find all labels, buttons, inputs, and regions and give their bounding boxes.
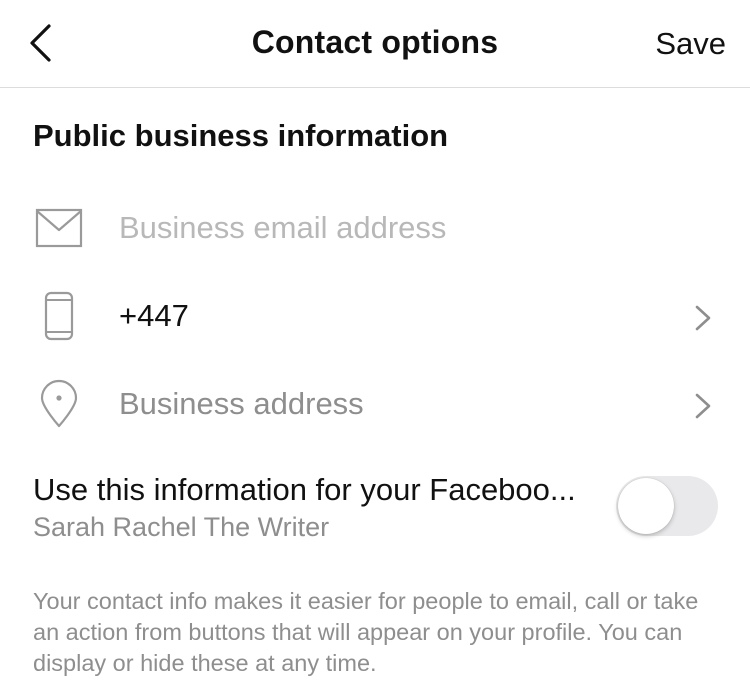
phone-row[interactable]: +447 [0, 276, 750, 356]
facebook-sync-toggle[interactable] [616, 476, 718, 536]
page-title: Contact options [251, 24, 499, 60]
phone-field[interactable]: +447 [119, 298, 189, 334]
address-row[interactable]: Business address [0, 364, 750, 444]
chevron-right-icon [695, 305, 711, 331]
facebook-sync-label: Use this information for your Faceboo... [33, 472, 576, 507]
contact-info-footnote: Your contact info makes it easier for pe… [33, 588, 699, 676]
navigation-bar: Contact options Save [0, 0, 750, 88]
chevron-right-icon [695, 393, 711, 419]
section-title: Public business information [33, 118, 449, 153]
address-field[interactable]: Business address [119, 386, 364, 422]
phone-icon [33, 290, 85, 342]
facebook-page-name: Sarah Rachel The Writer [33, 512, 330, 542]
envelope-icon [33, 206, 85, 250]
location-pin-icon [33, 378, 85, 430]
email-row[interactable]: Business email address [0, 188, 750, 268]
toggle-knob [618, 478, 674, 534]
save-button[interactable]: Save [655, 26, 726, 62]
email-field[interactable]: Business email address [119, 210, 446, 246]
